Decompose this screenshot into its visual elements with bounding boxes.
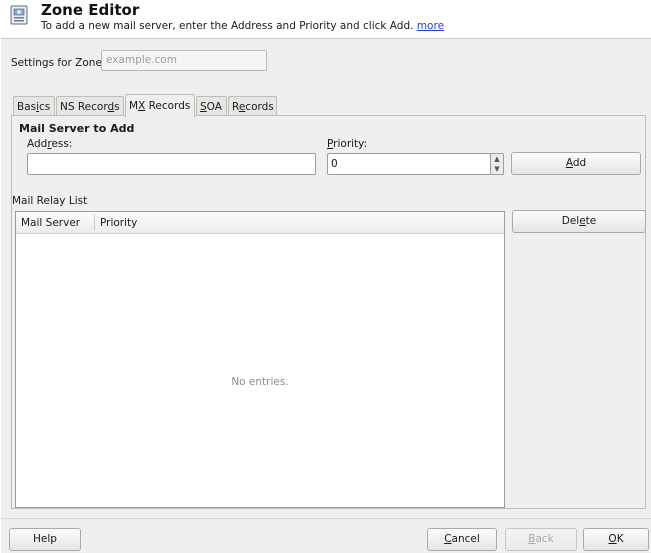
tab-ns-records[interactable]: NS Records <box>56 96 124 116</box>
address-input[interactable] <box>27 153 316 175</box>
main-panel: Settings for Zone example.com Basics NS … <box>1 38 651 553</box>
subtitle-text: To add a new mail server, enter the Addr… <box>41 20 414 32</box>
header: Zone Editor To add a new mail server, en… <box>0 0 651 38</box>
table-header: Mail Server Priority <box>16 212 504 234</box>
cancel-button[interactable]: Cancel <box>427 528 497 551</box>
empty-list-text: No entries. <box>231 376 289 388</box>
tab-soa[interactable]: SOA <box>196 96 227 116</box>
tab-records[interactable]: Records <box>228 96 277 116</box>
mail-relay-list-label: Mail Relay List <box>12 195 88 207</box>
zone-label: Settings for Zone <box>11 57 102 69</box>
delete-button[interactable]: Delete <box>512 210 646 233</box>
address-label: Address: <box>27 138 73 150</box>
more-link[interactable]: more <box>417 20 444 32</box>
tab-basics-label: Basics <box>17 101 51 113</box>
priority-label: Priority: <box>327 138 368 150</box>
tab-ns-records-label: NS Records <box>60 101 120 113</box>
tab-mx-records[interactable]: MX Records <box>125 94 195 117</box>
mail-relay-table: Mail Server Priority No entries. <box>15 211 505 508</box>
back-button[interactable]: Back <box>505 528 577 551</box>
column-priority[interactable]: Priority <box>100 217 137 229</box>
spin-up-icon[interactable]: ▲ <box>491 154 503 164</box>
page-title: Zone Editor <box>41 1 140 19</box>
page-subtitle: To add a new mail server, enter the Addr… <box>41 20 444 32</box>
tab-soa-label: SOA <box>200 101 222 113</box>
zone-editor-icon <box>10 5 28 25</box>
column-divider <box>94 215 95 230</box>
spin-down-icon[interactable]: ▼ <box>491 164 503 174</box>
ok-button[interactable]: OK <box>583 528 649 551</box>
mail-server-section-title: Mail Server to Add <box>19 122 135 135</box>
priority-spinner[interactable]: ▲ ▼ <box>490 153 504 175</box>
tab-records-label: Records <box>232 101 274 113</box>
tab-mx-records-label: MX Records <box>129 100 191 112</box>
zone-name-field[interactable]: example.com <box>101 50 267 71</box>
footer-divider <box>1 518 651 519</box>
add-button[interactable]: Add <box>511 152 641 175</box>
column-mail-server[interactable]: Mail Server <box>21 217 80 229</box>
help-button[interactable]: Help <box>9 528 81 551</box>
tab-basics[interactable]: Basics <box>13 96 55 116</box>
priority-input[interactable]: 0 <box>327 153 491 175</box>
